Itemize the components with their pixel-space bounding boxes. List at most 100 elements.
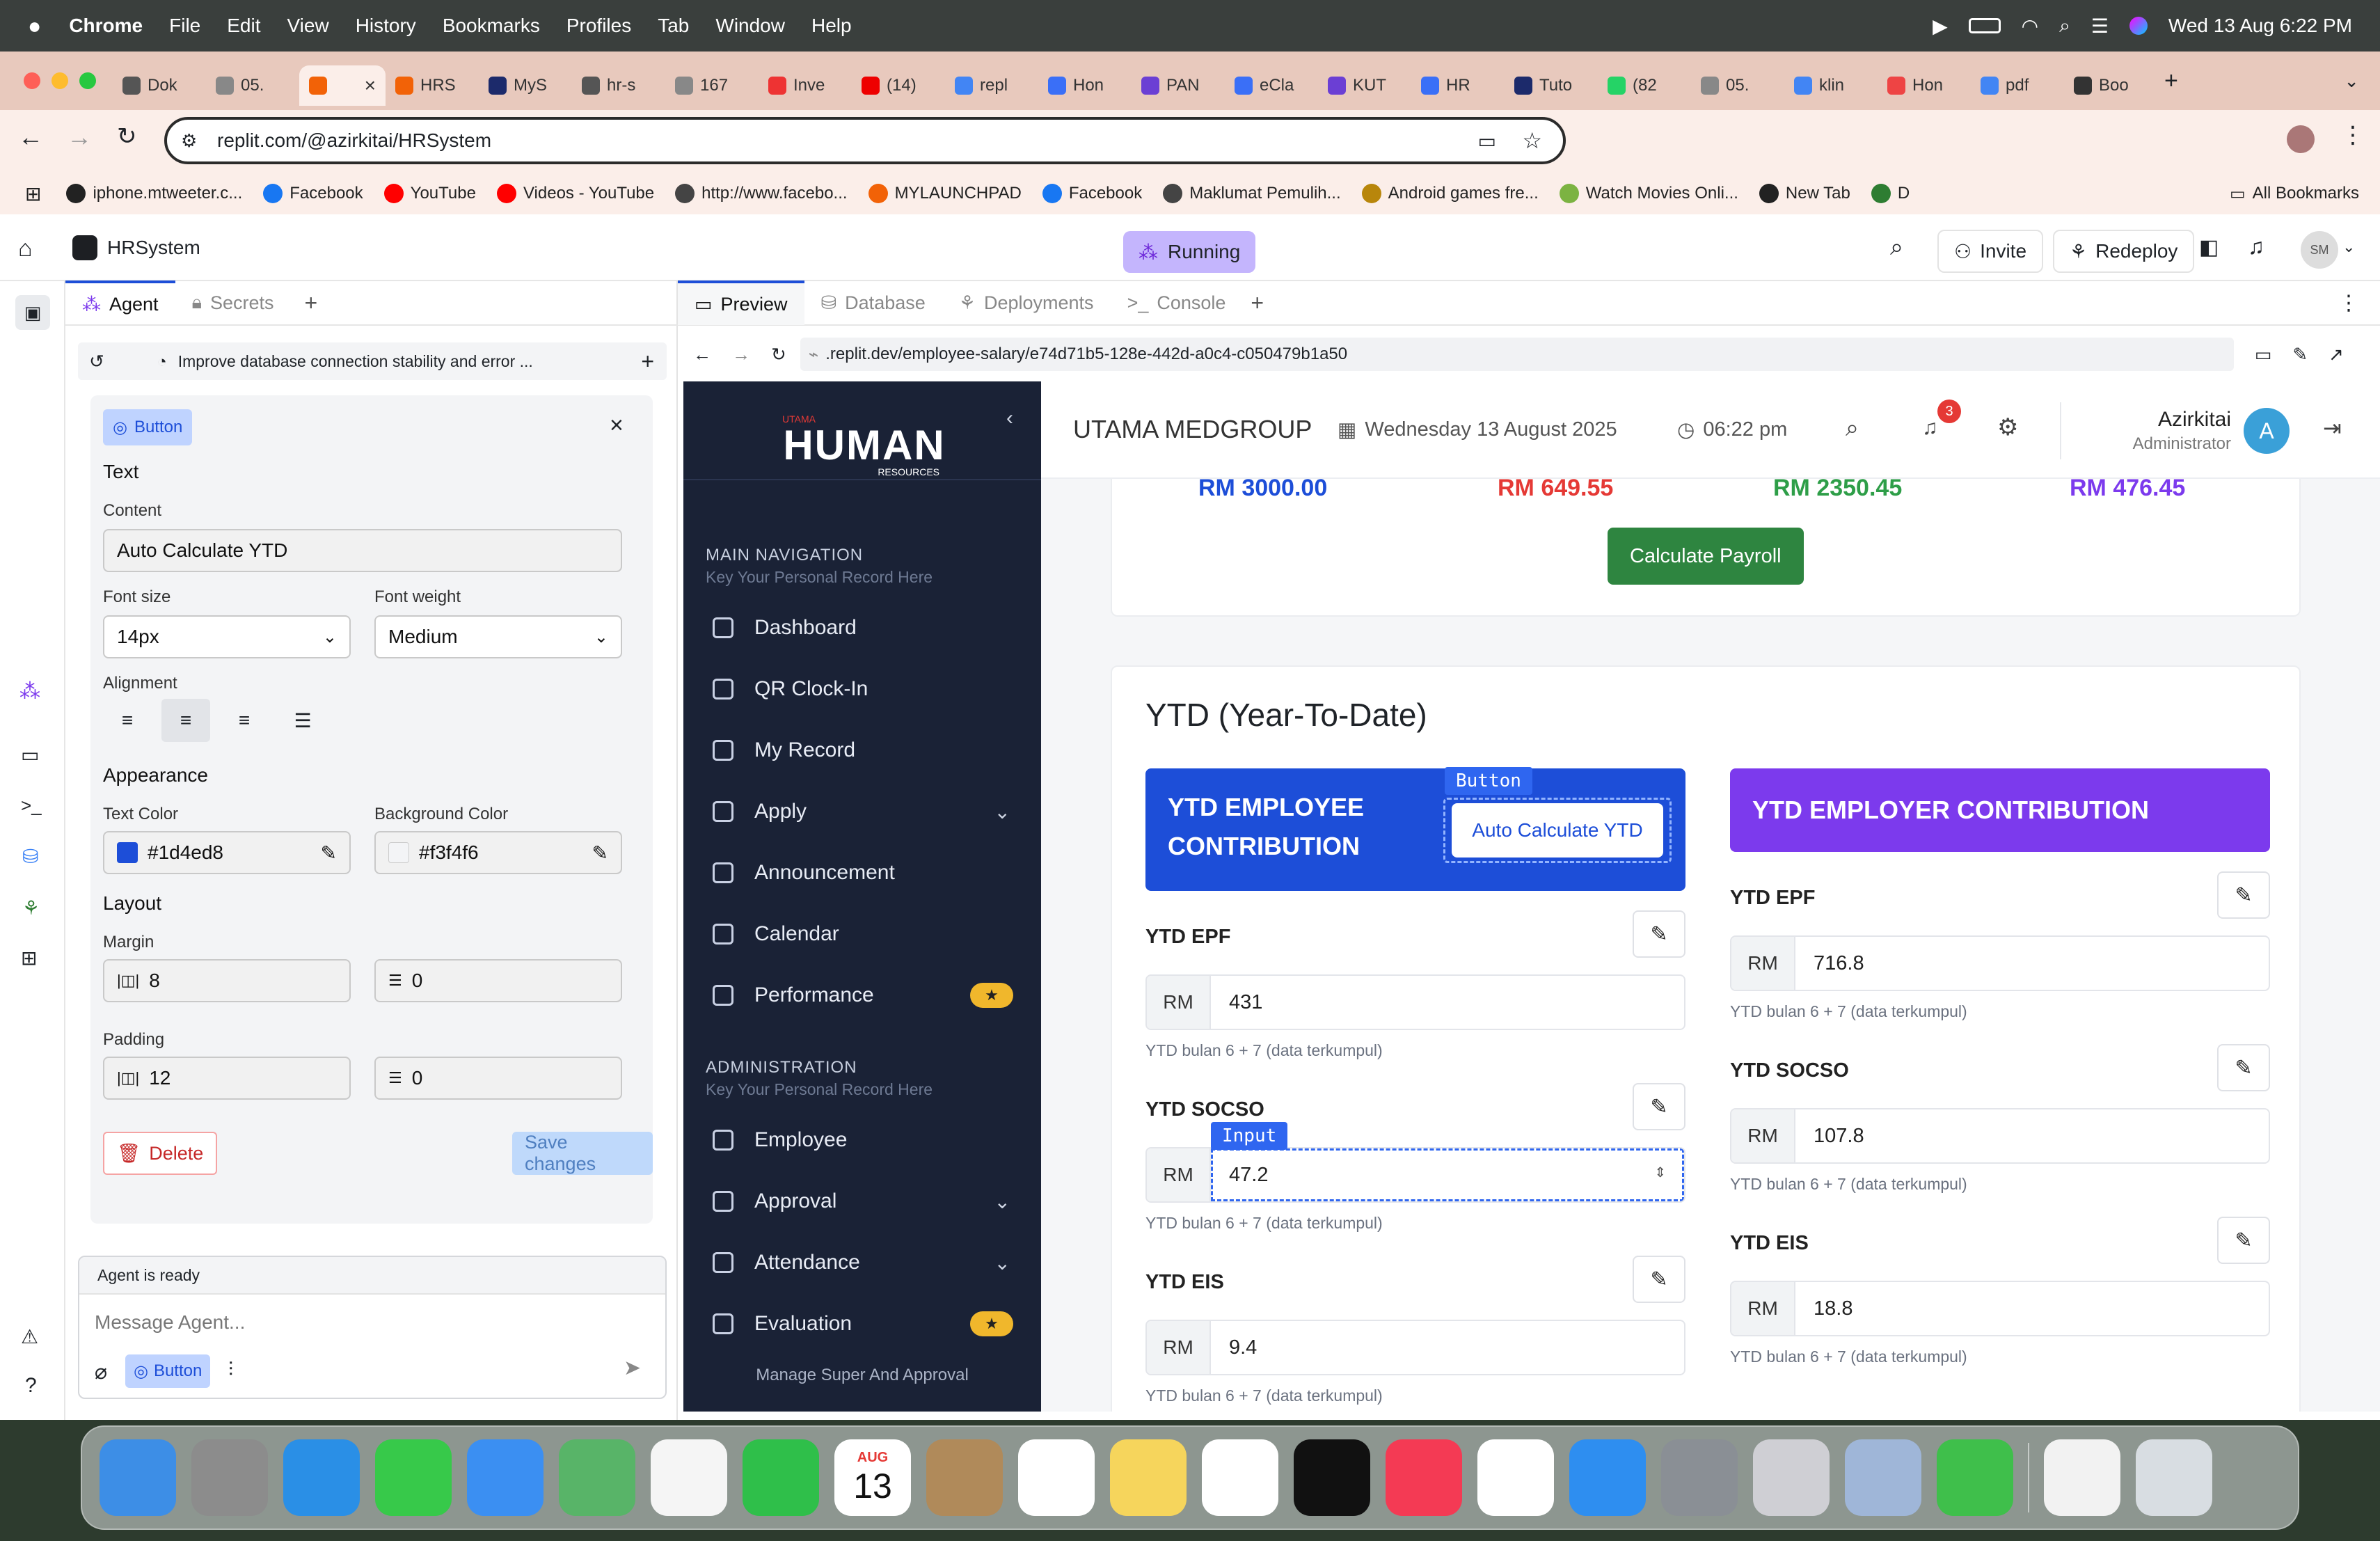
browser-tab[interactable]: Boo <box>2064 65 2157 106</box>
agent-tool-icon[interactable]: ⁂ <box>19 679 40 704</box>
browser-tab[interactable]: hr-s <box>572 65 665 106</box>
ytd-value-input[interactable]: 47.2 <box>1211 1148 1684 1201</box>
dock-launchpad-icon[interactable] <box>191 1439 268 1516</box>
shell-tool-icon[interactable]: >_ <box>21 795 42 816</box>
nav-item[interactable]: My Record <box>683 720 1041 781</box>
maximize-window-button[interactable] <box>79 72 96 89</box>
padding-x-input[interactable]: |◫| 12 <box>103 1057 351 1100</box>
account-avatar[interactable]: SM <box>2301 231 2338 269</box>
play-status-icon[interactable]: ▶ <box>1933 15 1948 38</box>
all-tools-icon[interactable]: ⊞ <box>21 947 37 970</box>
bookmark-star-icon[interactable]: ☆ <box>1522 127 1542 154</box>
browser-tab[interactable]: (14) <box>852 65 945 106</box>
home-icon[interactable]: ⌂ <box>18 235 33 262</box>
theme-icon[interactable]: ◧ <box>2199 235 2219 260</box>
address-bar[interactable]: ⚙ replit.com/@azirkitai/HRSystem ▭ ☆ <box>164 117 1566 164</box>
all-bookmarks[interactable]: ▭ All Bookmarks <box>2230 184 2359 204</box>
wifi-icon[interactable]: ◠ <box>2022 15 2038 38</box>
close-window-button[interactable] <box>24 72 40 89</box>
browser-tab[interactable]: KUT <box>1318 65 1411 106</box>
notification-bell-icon[interactable]: ♫ <box>1922 416 1938 440</box>
save-changes-button[interactable]: Save changes <box>512 1132 653 1175</box>
bookmark-item[interactable]: MYLAUNCHPAD <box>868 184 1022 203</box>
tab-preview[interactable]: ▭ Preview <box>678 280 804 325</box>
nav-item[interactable]: Announcement <box>683 842 1041 903</box>
auto-calculate-ytd-button[interactable]: Auto Calculate YTD <box>1452 803 1663 858</box>
apps-grid-icon[interactable]: ⊞ <box>25 182 41 205</box>
dock-notes-icon[interactable] <box>1110 1439 1187 1516</box>
browser-tab[interactable]: HRS <box>386 65 479 106</box>
nav-item[interactable]: Dashboard <box>683 597 1041 658</box>
margin-y-input[interactable]: ☰ 0 <box>374 959 622 1002</box>
align-center-icon[interactable]: ≡ <box>161 699 210 742</box>
bookmark-item[interactable]: Android games fre... <box>1361 184 1539 203</box>
nav-item[interactable]: Apply ⌄ <box>683 781 1041 842</box>
dock-settings-icon[interactable] <box>1661 1439 1738 1516</box>
add-tab-button[interactable]: + <box>1251 290 1264 316</box>
battery-icon[interactable] <box>1968 18 2001 33</box>
add-tab-button[interactable]: + <box>304 290 317 316</box>
content-input[interactable]: Auto Calculate YTD <box>103 529 622 572</box>
text-color-input[interactable]: #1d4ed8 ✎ <box>103 831 351 874</box>
siri-icon[interactable] <box>2129 17 2148 35</box>
browser-tab[interactable]: klin <box>1784 65 1878 106</box>
delete-button[interactable]: 🗑︎ Delete <box>103 1132 218 1175</box>
dock-safari-icon[interactable] <box>283 1439 360 1516</box>
menu-help[interactable]: Help <box>811 15 852 37</box>
dock-app-store-icon[interactable] <box>1569 1439 1646 1516</box>
open-new-tab-icon[interactable]: ↗ <box>2329 344 2344 365</box>
edit-icon[interactable]: ✎ <box>1633 1083 1685 1130</box>
site-info-icon[interactable]: ⚙ <box>181 130 197 152</box>
nav-item[interactable]: QR Clock-In <box>683 658 1041 720</box>
bg-color-input[interactable]: #f3f4f6 ✎ <box>374 831 622 874</box>
bookmark-item[interactable]: D <box>1871 184 1910 203</box>
profile-icon[interactable] <box>2287 125 2315 153</box>
eyedropper-icon[interactable]: ✎ <box>321 841 337 864</box>
dock-tv-icon[interactable] <box>1294 1439 1370 1516</box>
forward-icon[interactable]: → <box>67 123 92 152</box>
minimize-window-button[interactable] <box>51 72 68 89</box>
menubar-clock[interactable]: Wed 13 Aug 6:22 PM <box>2168 15 2352 37</box>
thread-title[interactable]: Improve database connection stability an… <box>178 352 533 371</box>
menu-profiles[interactable]: Profiles <box>566 15 631 37</box>
preview-forward-icon[interactable]: → <box>732 344 750 365</box>
browser-tab[interactable]: eCla <box>1225 65 1318 106</box>
edit-icon[interactable]: ✎ <box>2217 1217 2270 1264</box>
tab-deployments[interactable]: ⚘ Deployments <box>942 280 1111 325</box>
close-icon[interactable]: × <box>610 412 624 439</box>
browser-tab[interactable]: repl <box>945 65 1038 106</box>
edit-icon[interactable]: ✎ <box>1633 1256 1685 1303</box>
preview-reload-icon[interactable]: ↻ <box>771 344 786 365</box>
ytd-value-input[interactable]: 716.8 <box>1795 937 2269 990</box>
bookmark-item[interactable]: Facebook <box>1042 184 1142 203</box>
ytd-value-input[interactable]: 107.8 <box>1795 1109 2269 1162</box>
files-icon[interactable]: ▣ <box>15 295 50 330</box>
browser-tab[interactable]: Dok <box>113 65 206 106</box>
message-input[interactable]: Message Agent... <box>95 1311 245 1334</box>
brand-logo[interactable]: UTAMA HUMAN RESOURCES <box>774 413 955 477</box>
install-app-icon[interactable]: ▭ <box>1478 129 1496 152</box>
browser-tab[interactable]: Hon <box>1038 65 1132 106</box>
browser-tab[interactable]: 167 <box>665 65 759 106</box>
dock-calendar-icon[interactable]: AUG 13 <box>834 1439 911 1516</box>
back-icon[interactable]: ← <box>18 123 43 152</box>
project-icon[interactable] <box>72 235 97 260</box>
run-status-button[interactable]: ⁂ Running <box>1123 231 1256 273</box>
dock-facetime-icon[interactable] <box>743 1439 819 1516</box>
menu-history[interactable]: History <box>356 15 416 37</box>
dock-numbers-icon[interactable] <box>1937 1439 2013 1516</box>
collapse-sidebar-icon[interactable]: ‹ <box>1006 406 1013 430</box>
webview-tool-icon[interactable]: ▭ <box>21 743 39 766</box>
tab-console[interactable]: >_ Console <box>1111 280 1243 325</box>
dock-photos-icon[interactable] <box>651 1439 727 1516</box>
reload-icon[interactable]: ↻ <box>117 123 137 150</box>
search-icon[interactable]: ⌕ <box>1890 234 1903 261</box>
nav-item[interactable]: Approval ⌄ <box>683 1171 1041 1232</box>
bookmark-item[interactable]: YouTube <box>383 184 476 203</box>
dock-finder-icon[interactable] <box>100 1439 176 1516</box>
user-info[interactable]: Azirkitai Administrator <box>2085 408 2231 454</box>
browser-tab[interactable]: pdf <box>1971 65 2064 106</box>
tab-agent[interactable]: ⁂ Agent <box>65 280 175 325</box>
bookmark-item[interactable]: iphone.mtweeter.c... <box>66 184 242 203</box>
menu-tab[interactable]: Tab <box>658 15 689 37</box>
